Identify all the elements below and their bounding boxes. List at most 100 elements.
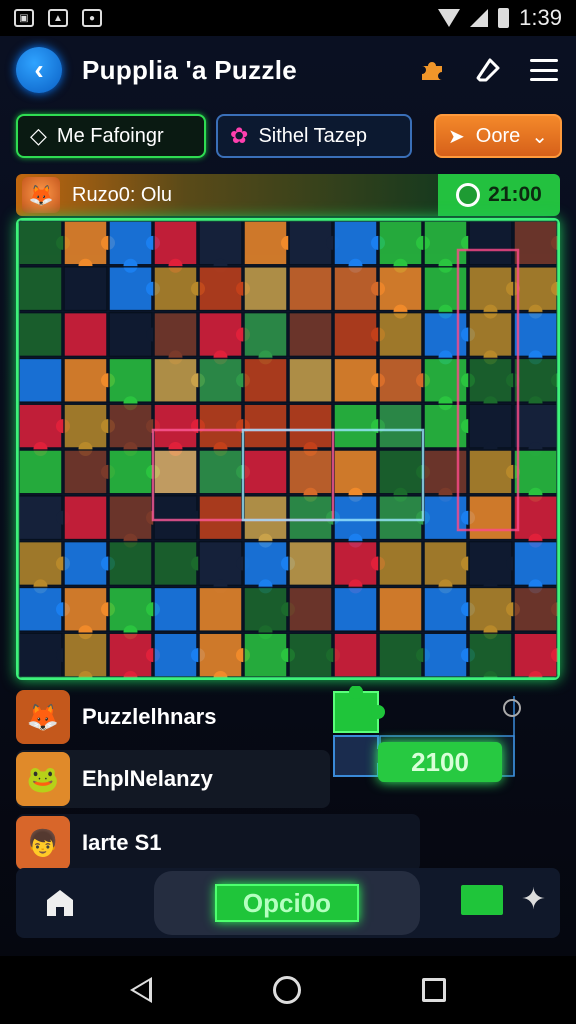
puzzle-piece[interactable] (18, 266, 63, 312)
puzzle-piece[interactable] (513, 266, 558, 319)
puzzle-piece[interactable] (153, 311, 198, 365)
puzzle-piece[interactable] (153, 586, 198, 632)
puzzle-piece[interactable] (468, 495, 513, 541)
player-row[interactable]: 🦊 Puzzlelhnars (16, 688, 330, 746)
puzzle-piece[interactable] (288, 266, 333, 312)
puzzle-piece[interactable] (63, 266, 108, 312)
puzzle-piece[interactable] (243, 540, 295, 594)
puzzle-piece[interactable] (423, 357, 475, 411)
puzzle-piece[interactable] (18, 220, 70, 266)
puzzle-piece[interactable] (333, 586, 378, 632)
puzzle-piece[interactable] (513, 403, 558, 456)
puzzle-piece[interactable] (423, 632, 475, 678)
puzzle-piece-icon[interactable] (416, 54, 448, 86)
puzzle-piece[interactable] (153, 495, 205, 541)
puzzle-piece-icon[interactable] (460, 884, 503, 915)
puzzle-piece[interactable] (153, 357, 205, 403)
player-row[interactable]: 🐸 EhplNelanzy (16, 750, 330, 808)
puzzle-piece[interactable] (333, 220, 385, 273)
puzzle-piece[interactable] (198, 357, 250, 403)
puzzle-piece[interactable] (63, 357, 115, 403)
puzzle-piece[interactable] (153, 449, 198, 495)
puzzle-piece[interactable] (63, 586, 115, 640)
puzzle-piece[interactable] (243, 403, 288, 449)
puzzle-piece[interactable] (378, 311, 423, 358)
puzzle-piece[interactable] (63, 449, 115, 495)
puzzle-piece[interactable] (243, 495, 288, 548)
puzzle-piece[interactable] (198, 220, 243, 273)
puzzle-piece[interactable] (108, 586, 160, 640)
puzzle-piece[interactable] (513, 586, 558, 632)
puzzle-piece[interactable] (423, 220, 475, 273)
puzzle-piece[interactable] (108, 632, 160, 678)
puzzle-piece[interactable] (378, 220, 430, 273)
puzzle-piece[interactable] (378, 586, 423, 632)
nav-back-button[interactable] (130, 977, 153, 1003)
puzzle-piece[interactable] (198, 632, 250, 678)
puzzle-piece[interactable] (153, 220, 198, 273)
puzzle-piece[interactable] (243, 586, 295, 640)
nav-home-button[interactable] (272, 976, 301, 1004)
puzzle-piece[interactable] (198, 586, 243, 632)
puzzle-piece[interactable] (198, 540, 250, 594)
home-icon[interactable] (30, 873, 90, 933)
puzzle-piece[interactable] (513, 540, 558, 594)
chip-mode-1[interactable]: ◇ Me Fafoingr (16, 114, 206, 158)
sparkle-icon[interactable]: ✦ (521, 882, 546, 917)
puzzle-piece[interactable] (513, 449, 558, 502)
puzzle-piece[interactable] (288, 449, 333, 502)
puzzle-piece[interactable] (243, 449, 288, 495)
puzzle-piece[interactable] (423, 495, 475, 541)
puzzle-piece[interactable] (243, 632, 295, 678)
puzzle-piece[interactable] (288, 540, 333, 587)
puzzle-piece[interactable] (333, 449, 378, 502)
puzzle-piece[interactable] (333, 632, 378, 678)
puzzle-piece[interactable] (243, 220, 295, 266)
puzzle-piece[interactable] (423, 311, 475, 365)
puzzle-piece[interactable] (513, 632, 558, 678)
eraser-icon[interactable] (472, 54, 504, 86)
puzzle-piece[interactable] (423, 586, 475, 632)
puzzle-piece[interactable] (108, 540, 153, 587)
puzzle-piece[interactable] (18, 403, 70, 456)
puzzle-piece[interactable] (333, 540, 385, 594)
puzzle-piece[interactable] (18, 449, 63, 495)
puzzle-piece[interactable] (333, 495, 378, 548)
puzzle-piece[interactable] (378, 266, 423, 319)
puzzle-piece[interactable] (468, 311, 513, 365)
puzzle-piece[interactable] (378, 357, 430, 403)
menu-icon[interactable] (528, 54, 560, 86)
puzzle-piece[interactable] (288, 220, 340, 266)
puzzle-piece[interactable] (63, 311, 108, 358)
puzzle-piece[interactable] (468, 449, 520, 495)
puzzle-piece[interactable] (198, 266, 250, 312)
puzzle-piece[interactable] (63, 220, 115, 273)
puzzle-piece[interactable] (468, 220, 513, 266)
puzzle-board[interactable] (16, 218, 560, 680)
puzzle-piece[interactable] (18, 632, 70, 678)
puzzle-piece[interactable] (468, 357, 520, 411)
puzzle-piece[interactable] (288, 586, 333, 632)
puzzle-piece[interactable] (423, 266, 468, 319)
back-button[interactable]: ‹ (16, 47, 62, 93)
puzzle-piece[interactable] (468, 540, 520, 594)
puzzle-piece[interactable] (108, 357, 153, 411)
puzzle-piece[interactable] (108, 266, 160, 312)
puzzle-piece[interactable] (468, 403, 513, 456)
puzzle-piece[interactable] (333, 357, 385, 403)
nav-recents-button[interactable] (421, 978, 446, 1002)
puzzle-piece[interactable] (333, 311, 385, 358)
puzzle-piece[interactable] (108, 220, 160, 273)
puzzle-piece[interactable] (153, 266, 205, 312)
puzzle-piece[interactable] (513, 311, 558, 365)
puzzle-piece[interactable] (108, 311, 160, 358)
chip-dropdown[interactable]: ➤ Oore ⌄ (434, 114, 562, 158)
puzzle-piece[interactable] (63, 632, 108, 678)
puzzle-piece[interactable] (243, 357, 288, 403)
puzzle-piece[interactable] (243, 311, 288, 365)
puzzle-piece[interactable] (198, 311, 250, 365)
puzzle-piece[interactable] (333, 403, 385, 449)
options-button[interactable]: Opci0o (215, 884, 359, 922)
puzzle-piece[interactable] (423, 403, 475, 449)
puzzle-piece[interactable] (378, 540, 423, 587)
